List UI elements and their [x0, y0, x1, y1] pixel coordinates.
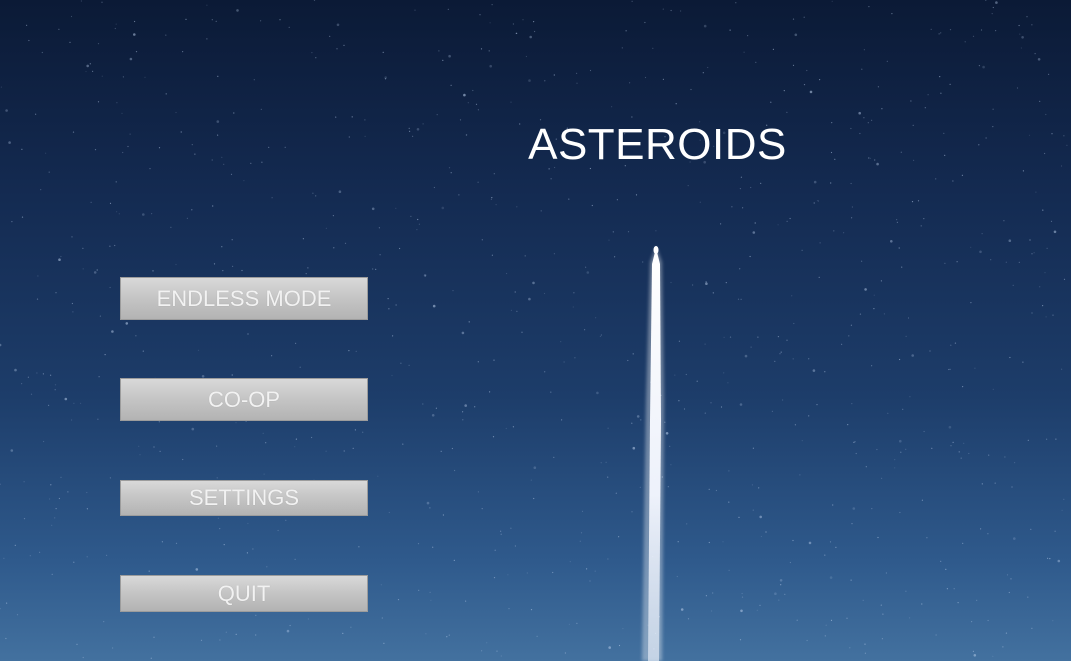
settings-button[interactable]: SETTINGS	[120, 480, 368, 516]
game-title: ASTEROIDS	[528, 120, 787, 169]
rocket-trail-image	[642, 246, 664, 661]
endless-mode-button[interactable]: ENDLESS MODE	[120, 277, 368, 320]
co-op-button[interactable]: CO-OP	[120, 378, 368, 421]
main-menu-screen: ASTEROIDS ENDLESS MODE CO-OP SETTINGS QU…	[0, 0, 1071, 661]
rocket-tip	[653, 246, 659, 254]
quit-button[interactable]: QUIT	[120, 575, 368, 612]
